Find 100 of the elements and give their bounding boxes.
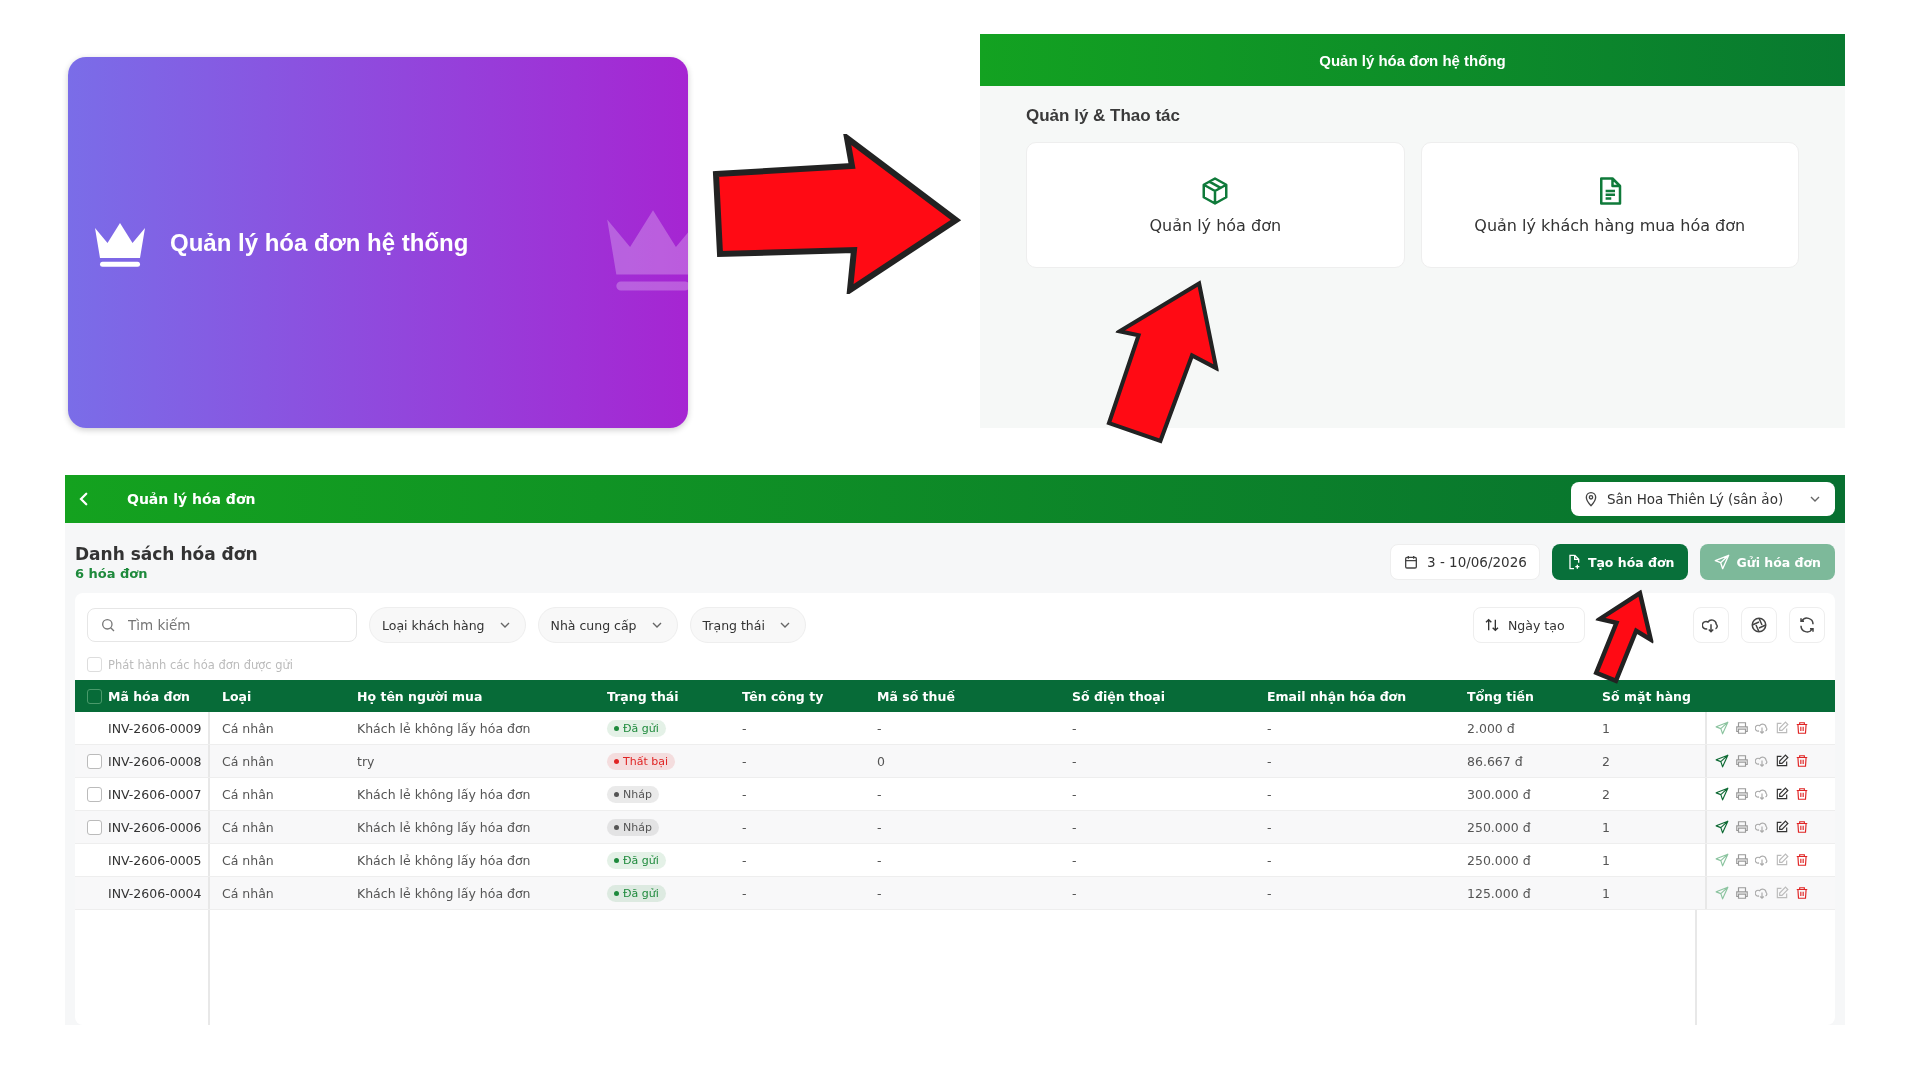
table-cell-text: Khách lẻ không lấy hóa đơn [356,719,532,738]
filter-dropdown[interactable]: Trạng thái [689,607,806,643]
table-cell-text: 1 [1601,719,1611,738]
trash-icon[interactable] [1795,721,1809,735]
table-cell: INV-2606-0006 [108,819,202,835]
table-cell-text: - [876,851,883,870]
column-header: Mã số thuế [876,687,956,706]
send-icon[interactable] [1715,820,1729,834]
table-cell-text: - [741,851,748,870]
refresh-icon[interactable] [1789,607,1825,643]
table-cell: INV-2606-0005 [108,852,202,868]
send-icon [1714,554,1731,570]
date-range-picker[interactable]: 3 - 10/06/2026 [1390,544,1540,580]
table-cell-text: try [356,752,376,771]
table-cell-text: - [1266,851,1273,870]
printer-icon[interactable] [1735,886,1749,900]
status-badge: Đã gửi [607,719,666,737]
table-cell-text: - [741,818,748,837]
send-icon[interactable] [1715,754,1729,768]
table-cell-text: - [1071,719,1078,738]
menu-tile[interactable]: Quản lý khách hàng mua hóa đơn [1420,142,1799,268]
table-cell-text: - [1266,818,1273,837]
row-checkbox[interactable] [87,819,102,835]
table-cell-text: 86.667 đ [1466,752,1524,771]
table-cell-text: 2 [1601,752,1611,771]
edit-icon[interactable] [1775,754,1789,768]
row-checkbox[interactable] [87,753,102,769]
table-cell-text: - [741,719,748,738]
pin-icon [1583,491,1599,507]
table-cell-text: Cá nhân [221,719,275,738]
filter-dropdown[interactable]: Nhà cung cấp [537,607,678,643]
printer-icon[interactable] [1735,754,1749,768]
printer-icon[interactable] [1735,820,1749,834]
table-cell: INV-2606-0009 [108,720,202,736]
table-cell-text: - [876,719,883,738]
status-badge: Đã gửi [607,884,666,902]
table-cell-text: - [876,818,883,837]
column-header: Họ tên người mua [356,687,484,706]
table-cell-text: - [1266,884,1273,903]
trash-icon[interactable] [1795,820,1809,834]
sort-icon [1484,617,1500,633]
column-header: Loại [221,687,253,706]
filter-dropdown[interactable]: Loại khách hàng [369,607,526,643]
table-cell-text: - [1071,884,1078,903]
table-cell-text: - [876,884,883,903]
table-cell: INV-2606-0007 [108,786,202,802]
status-badge: Đã gửi [607,851,666,869]
trash-icon[interactable] [1795,754,1809,768]
table-cell-text: Cá nhân [221,884,275,903]
create-invoice-button[interactable]: Tạo hóa đơn [1551,544,1689,580]
trash-icon[interactable] [1795,886,1809,900]
table-cell-text: Cá nhân [221,851,275,870]
column-header: Số điện thoại [1071,687,1167,706]
edit-icon[interactable] [1775,787,1789,801]
status-badge: Nháp [607,818,659,836]
table-cell-text: Khách lẻ không lấy hóa đơn [356,785,532,804]
column-header: Email nhận hóa đơn [1266,687,1408,706]
search-field[interactable]: Tìm kiếm [87,608,357,642]
status-badge: Nháp [607,785,659,803]
table-cell-text: 125.000 đ [1466,884,1532,903]
table-cell-text: - [1071,818,1078,837]
table-cell: INV-2606-0004 [108,885,202,901]
printer-icon[interactable] [1735,853,1749,867]
send-icon[interactable] [1715,787,1729,801]
table-cell: INV-2606-0008 [108,753,202,769]
arrow-icon [712,134,962,294]
publish-option-label: Phát hành các hóa đơn được gửi [108,657,294,672]
column-header: Trạng thái [606,687,680,706]
column-header: Mã hóa đơn [108,688,190,704]
table-cell-text: Cá nhân [221,818,275,837]
table-cell-text: - [876,785,883,804]
intro-title: Quản lý hóa đơn hệ thống [170,228,469,257]
trash-icon[interactable] [1795,853,1809,867]
column-header: Tổng tiền [1466,687,1535,706]
menu-tile[interactable]: Quản lý hóa đơn [1026,142,1405,268]
edit-icon[interactable] [1775,820,1789,834]
cloud-download-icon[interactable] [1693,607,1729,643]
checkbox[interactable] [87,657,102,672]
printer-icon[interactable] [1735,787,1749,801]
table-cell-text: - [1266,785,1273,804]
location-select[interactable]: Sân Hoa Thiên Lý (sân ảo) [1571,482,1835,516]
row-checkbox[interactable] [87,786,102,802]
table-cell-text: 1 [1601,851,1611,870]
aperture-icon[interactable] [1741,607,1777,643]
table-cell-text: 1 [1601,818,1611,837]
app-title: Quản lý hóa đơn [127,491,257,507]
table-cell-text: 300.000 đ [1466,785,1532,804]
table-cell-text: - [1071,851,1078,870]
table-cell-text: - [1266,719,1273,738]
table-cell-text: - [741,752,748,771]
table-cell-text: - [741,785,748,804]
table-cell-text: 250.000 đ [1466,818,1532,837]
trash-icon[interactable] [1795,787,1809,801]
sort-dropdown[interactable]: Ngày tạo [1473,607,1585,643]
invoice-count: 6 hóa đơn [75,565,149,581]
select-all-checkbox[interactable] [87,688,102,704]
table-cell-text: 250.000 đ [1466,851,1532,870]
printer-icon[interactable] [1735,721,1749,735]
page-title: Danh sách hóa đơn [75,543,259,564]
table-cell-text: - [1266,752,1273,771]
